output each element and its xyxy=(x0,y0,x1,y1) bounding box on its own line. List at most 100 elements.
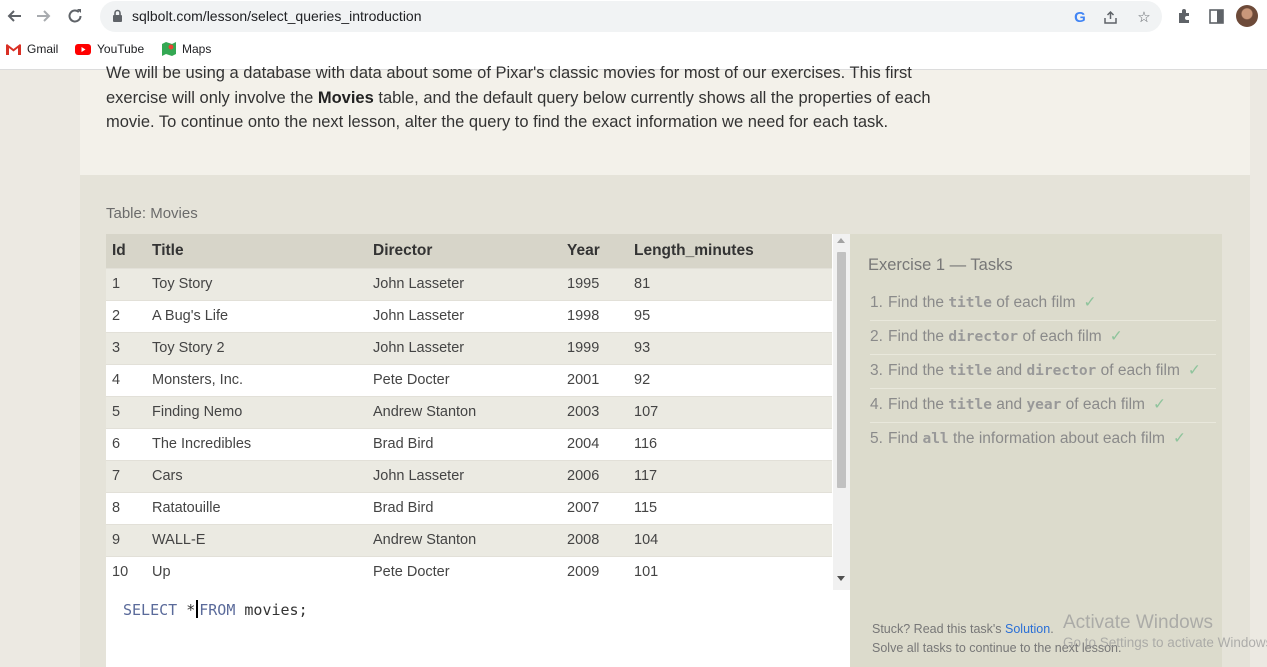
table-row: 3 Toy Story 2 John Lasseter 1999 93 xyxy=(106,331,832,364)
col-header-id: Id xyxy=(106,234,146,268)
sql-keyword-select: SELECT xyxy=(123,601,178,619)
task-text: Find the director of each film ✓ xyxy=(888,325,1123,349)
sql-star: * xyxy=(186,601,196,619)
cell-title: Cars xyxy=(146,459,367,492)
cell-id: 10 xyxy=(106,555,146,588)
cell-length: 101 xyxy=(628,555,832,588)
intro-paragraph: We will be using a database with data ab… xyxy=(106,61,936,135)
url-text: sqlbolt.com/lesson/select_queries_introd… xyxy=(132,8,422,24)
table-body: 1 Toy Story John Lasseter 1995 81 2 A Bug's Li… xyxy=(106,267,832,588)
cell-year: 2009 xyxy=(561,555,628,588)
task-number: 2. xyxy=(870,328,883,345)
bookmark-label-maps: Maps xyxy=(182,42,212,56)
cell-length: 92 xyxy=(628,363,832,396)
cell-year: 2003 xyxy=(561,395,628,428)
cell-title: Toy Story xyxy=(146,267,367,300)
side-panel-icon[interactable] xyxy=(1205,5,1227,27)
task-number: 3. xyxy=(870,362,883,379)
task-code: director xyxy=(1026,363,1097,379)
table-row: 1 Toy Story John Lasseter 1995 81 xyxy=(106,267,832,300)
cell-id: 8 xyxy=(106,491,146,524)
task-list: 1. Find the title of each film ✓ 2. Find the… xyxy=(870,287,1216,456)
task-code: director xyxy=(948,329,1019,345)
table-row: 10 Up Pete Docter 2009 101 xyxy=(106,555,832,588)
task-item: 4. Find the title and year of each film ✓ xyxy=(870,389,1216,423)
task-text-part: Find the xyxy=(888,396,949,413)
cell-title: Up xyxy=(146,555,367,588)
scroll-down-arrow-icon[interactable] xyxy=(837,576,845,581)
cell-year: 2004 xyxy=(561,427,628,460)
cell-director: Pete Docter xyxy=(367,555,561,588)
sql-editor[interactable]: SELECT * FROM movies; xyxy=(106,590,850,667)
task-text: Find all the information about each film… xyxy=(888,427,1186,451)
scroll-thumb[interactable] xyxy=(837,252,846,488)
profile-avatar[interactable] xyxy=(1236,5,1258,27)
table-row: 2A Bug's Life John Lasseter 1998 95 xyxy=(106,299,832,332)
task-text-part: of each film xyxy=(1018,328,1102,345)
sql-keyword-from: FROM xyxy=(199,601,236,619)
bookmark-maps[interactable]: Maps xyxy=(162,42,211,56)
task-code: title xyxy=(948,363,992,379)
table-scrollbar[interactable] xyxy=(833,234,850,590)
share-icon[interactable] xyxy=(1100,7,1120,27)
cell-year: 1999 xyxy=(561,331,628,364)
checkmark-icon: ✓ xyxy=(1152,396,1166,413)
cell-id: 7 xyxy=(106,459,146,492)
table-caption: Table: Movies xyxy=(106,205,198,222)
tasks-panel: Exercise 1 — Tasks 1. Find the title of e… xyxy=(850,234,1222,667)
reload-icon[interactable] xyxy=(63,4,87,28)
cell-length: 104 xyxy=(628,523,832,556)
cell-length: 107 xyxy=(628,395,832,428)
cell-director: John Lasseter xyxy=(367,331,561,364)
cell-length: 95 xyxy=(628,299,832,332)
cell-length: 116 xyxy=(628,427,832,460)
task-text-part: the information about each film xyxy=(948,430,1165,447)
cell-year: 2001 xyxy=(561,363,628,396)
table-row: 9 WALL-E Andrew Stanton 2008 104 xyxy=(106,523,832,556)
exercise-area: Table: Movies Id Title Director Year Len… xyxy=(80,175,1250,667)
task-text-part: of each film xyxy=(991,294,1076,311)
gmail-icon xyxy=(6,43,21,55)
bookmarks-bar: Gmail YouTube Maps xyxy=(0,38,1267,62)
sql-query-text[interactable]: SELECT * FROM movies; xyxy=(123,600,308,619)
cell-title: WALL-E xyxy=(146,523,367,556)
cell-id: 2 xyxy=(106,299,146,332)
task-text-part: Find xyxy=(888,430,923,447)
task-code: year xyxy=(1026,397,1062,413)
checkmark-icon: ✓ xyxy=(1187,362,1201,379)
bookmark-gmail[interactable]: Gmail xyxy=(6,42,58,56)
bookmark-label-youtube: YouTube xyxy=(97,42,145,56)
task-code: all xyxy=(922,431,949,447)
bookmark-youtube[interactable]: YouTube xyxy=(75,42,144,56)
sql-table-name: movies; xyxy=(244,601,308,619)
col-header-title: Title xyxy=(146,234,367,268)
extensions-icon[interactable] xyxy=(1173,5,1195,27)
task-item: 3. Find the title and director of each fi… xyxy=(870,355,1216,389)
cell-title: Finding Nemo xyxy=(146,395,367,428)
back-arrow-icon[interactable] xyxy=(2,4,26,28)
table-header-row: Id Title Director Year Length_minutes xyxy=(106,234,832,268)
maps-icon xyxy=(162,42,176,56)
help-prefix: Stuck? Read this task's xyxy=(872,622,1006,636)
task-text: Find the title and director of each film… xyxy=(888,359,1201,383)
solution-link[interactable]: Solution xyxy=(1005,622,1050,636)
results-table-container[interactable]: Id Title Director Year Length_minutes 1T… xyxy=(106,234,850,590)
scroll-up-arrow-icon[interactable] xyxy=(837,238,845,243)
task-text-part: Find the xyxy=(888,294,949,311)
checkmark-icon: ✓ xyxy=(1109,328,1123,345)
col-header-length: Length_minutes xyxy=(628,234,832,268)
cell-title: A Bug's Life xyxy=(146,299,367,332)
text-cursor xyxy=(196,600,199,618)
google-lens-icon[interactable]: G xyxy=(1070,7,1090,27)
task-text: Find the title of each film ✓ xyxy=(888,291,1097,315)
results-table: Id Title Director Year Length_minutes 1T… xyxy=(106,234,832,588)
forward-arrow-icon[interactable] xyxy=(32,4,56,28)
bookmark-star-icon[interactable]: ☆ xyxy=(1134,7,1154,27)
task-text-part: and xyxy=(991,362,1027,379)
watermark-line-1: Activate Windows xyxy=(1063,612,1213,633)
cell-title: The Incredibles xyxy=(146,427,367,460)
cell-year: 2008 xyxy=(561,523,628,556)
table-row: 4 Monsters, Inc. Pete Docter 2001 92 xyxy=(106,363,832,396)
address-bar[interactable]: sqlbolt.com/lesson/select_queries_introd… xyxy=(100,1,1162,32)
task-number: 5. xyxy=(870,430,883,447)
